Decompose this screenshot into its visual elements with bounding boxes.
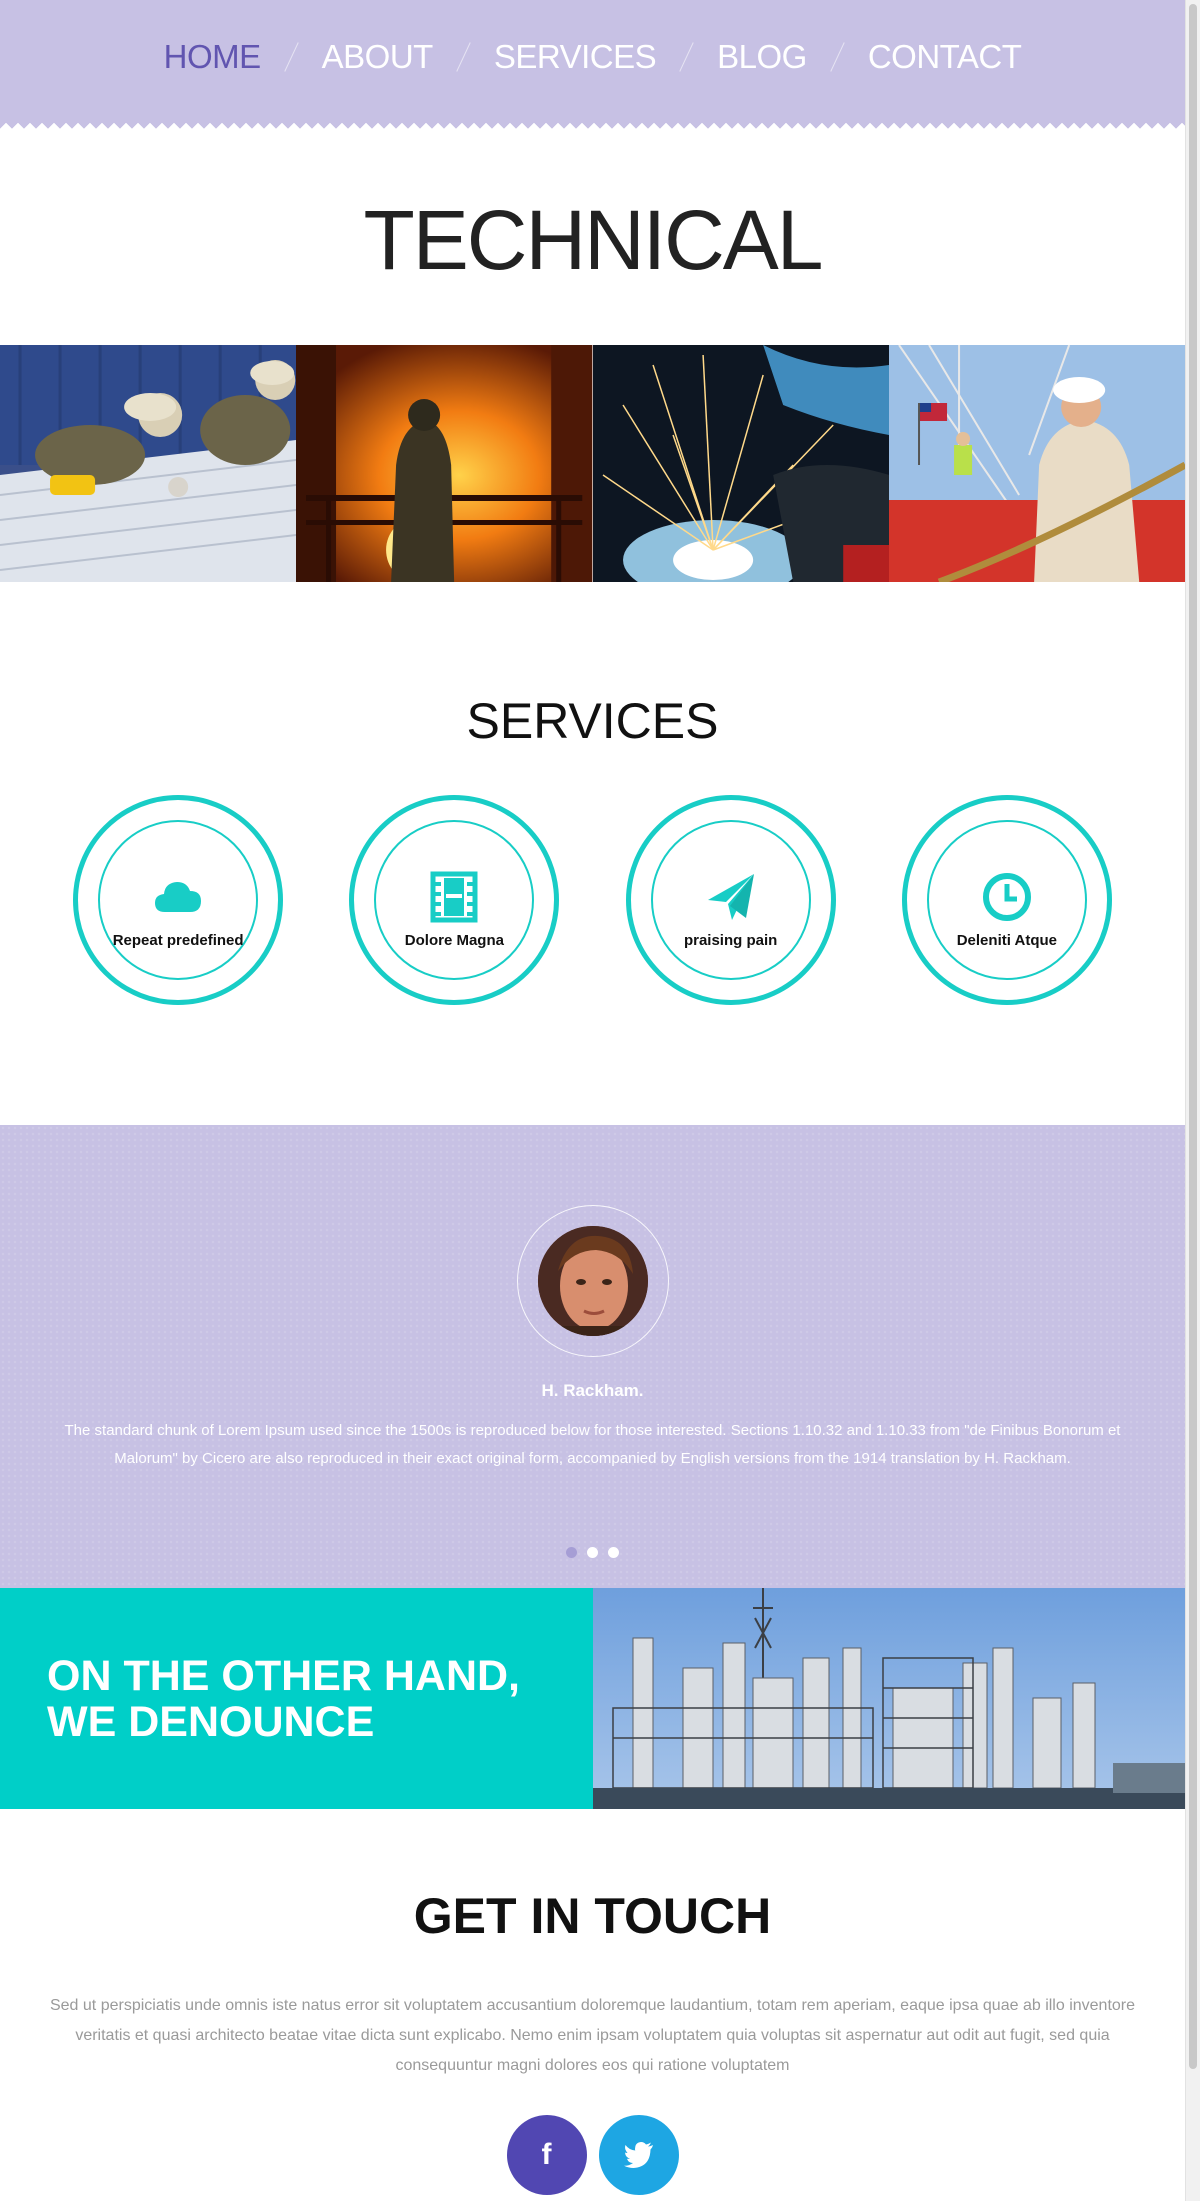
nav-item-blog[interactable]: BLOG: [717, 38, 807, 76]
facebook-button[interactable]: f: [506, 2115, 587, 2195]
service-inner-ring: praising pain: [650, 820, 811, 980]
nav-separator: [830, 42, 845, 72]
scrollbar-thumb[interactable]: [1189, 4, 1197, 2069]
service-deleniti-atque[interactable]: Deleniti Atque: [901, 795, 1112, 1005]
contact-description: Sed ut perspiciatis unde omnis iste natu…: [49, 1997, 1136, 2074]
testimonial-name: H. Rackham.: [541, 1381, 644, 1400]
twitter-button[interactable]: [598, 2115, 679, 2195]
service-label: praising pain: [683, 931, 778, 949]
contact-title: GET IN TOUCH: [413, 1888, 772, 1944]
testimonial-text: The standard chunk of Lorem Ipsum used s…: [64, 1422, 1121, 1467]
social-links: f: [0, 2115, 1185, 2195]
foundry-worker-photo: [296, 345, 593, 582]
refinery-photo: [593, 1588, 1185, 1809]
services-title: SERVICES: [466, 693, 719, 749]
service-praising-pain[interactable]: praising pain: [625, 795, 836, 1005]
services-list: Repeat predefined Dolore Magna praising …: [0, 795, 1185, 1005]
service-label: Repeat predefined: [112, 931, 244, 949]
vertical-scrollbar[interactable]: [1185, 0, 1200, 2201]
nav-separator: [283, 42, 299, 72]
header: HOME ABOUT SERVICES BLOG CONTACT: [0, 0, 1185, 130]
twitter-icon: [623, 2142, 653, 2168]
banner-heading-line-1: ON THE OTHER HAND,: [47, 1651, 520, 1700]
carousel-dots: [0, 1547, 1185, 1558]
crane-worker-photo: [888, 345, 1185, 582]
service-label: Deleniti Atque: [956, 931, 1058, 949]
nav-item-services[interactable]: SERVICES: [494, 38, 657, 76]
cloud-icon: [155, 881, 202, 912]
nav-separator: [456, 42, 471, 72]
service-inner-ring: Repeat predefined: [98, 820, 259, 980]
carousel-dot-2[interactable]: [587, 1547, 598, 1558]
avatar-ring: [516, 1205, 669, 1357]
paper-plane-icon: [707, 873, 754, 920]
banner-text-block: ON THE OTHER HAND, WE DENOUNCE: [0, 1588, 593, 1809]
promo-banner: ON THE OTHER HAND, WE DENOUNCE: [0, 1588, 1185, 1809]
nav-separator: [679, 42, 694, 72]
carousel-dot-1[interactable]: [566, 1547, 577, 1558]
carousel-dot-3[interactable]: [608, 1547, 619, 1558]
testimonial-section: H. Rackham. The standard chunk of Lorem …: [0, 1125, 1185, 1588]
clock-icon: [982, 872, 1031, 921]
nav-item-home[interactable]: HOME: [164, 38, 262, 76]
service-inner-ring: Dolore Magna: [374, 820, 535, 980]
page-title: TECHNICAL: [363, 193, 823, 287]
banner-heading-line-2: WE DENOUNCE: [47, 1697, 375, 1746]
facebook-icon: f: [541, 2138, 552, 2171]
nav-item-contact[interactable]: CONTACT: [868, 38, 1022, 76]
page: HOME ABOUT SERVICES BLOG CONTACT TECHNIC…: [0, 0, 1185, 2201]
service-dolore-magna[interactable]: Dolore Magna: [349, 795, 560, 1005]
photo-strip: [0, 345, 1185, 582]
welding-sparks-photo: [592, 345, 889, 582]
roof-workers-photo: [0, 345, 297, 582]
service-inner-ring: Deleniti Atque: [926, 820, 1087, 980]
film-icon: [430, 871, 478, 922]
nav-item-about[interactable]: ABOUT: [322, 38, 434, 76]
service-label: Dolore Magna: [404, 931, 504, 949]
avatar: [537, 1226, 648, 1336]
service-repeat-predefined[interactable]: Repeat predefined: [73, 795, 284, 1005]
main-nav: HOME ABOUT SERVICES BLOG CONTACT: [164, 38, 1022, 76]
